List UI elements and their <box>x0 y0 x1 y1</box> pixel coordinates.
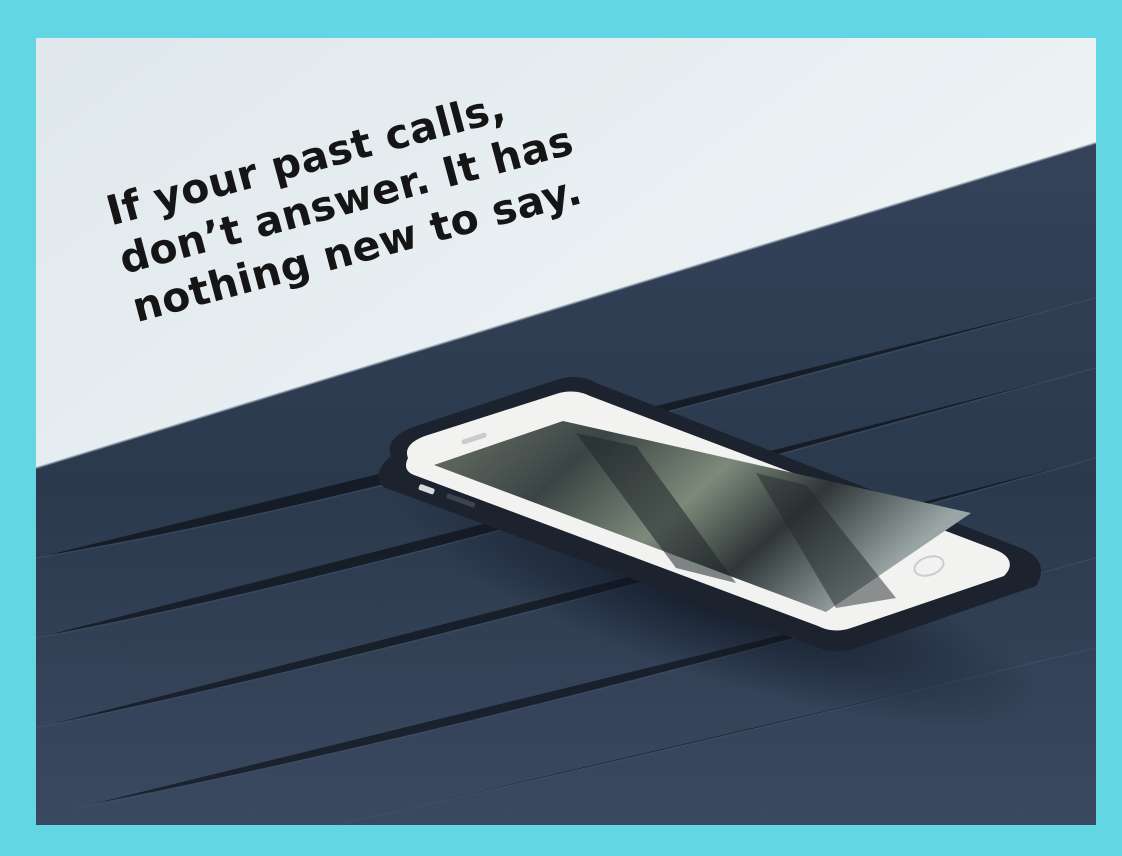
phone-on-table-photo: If your past calls, don’t answer. It has… <box>36 38 1096 825</box>
teal-border-frame: If your past calls, don’t answer. It has… <box>0 0 1122 856</box>
